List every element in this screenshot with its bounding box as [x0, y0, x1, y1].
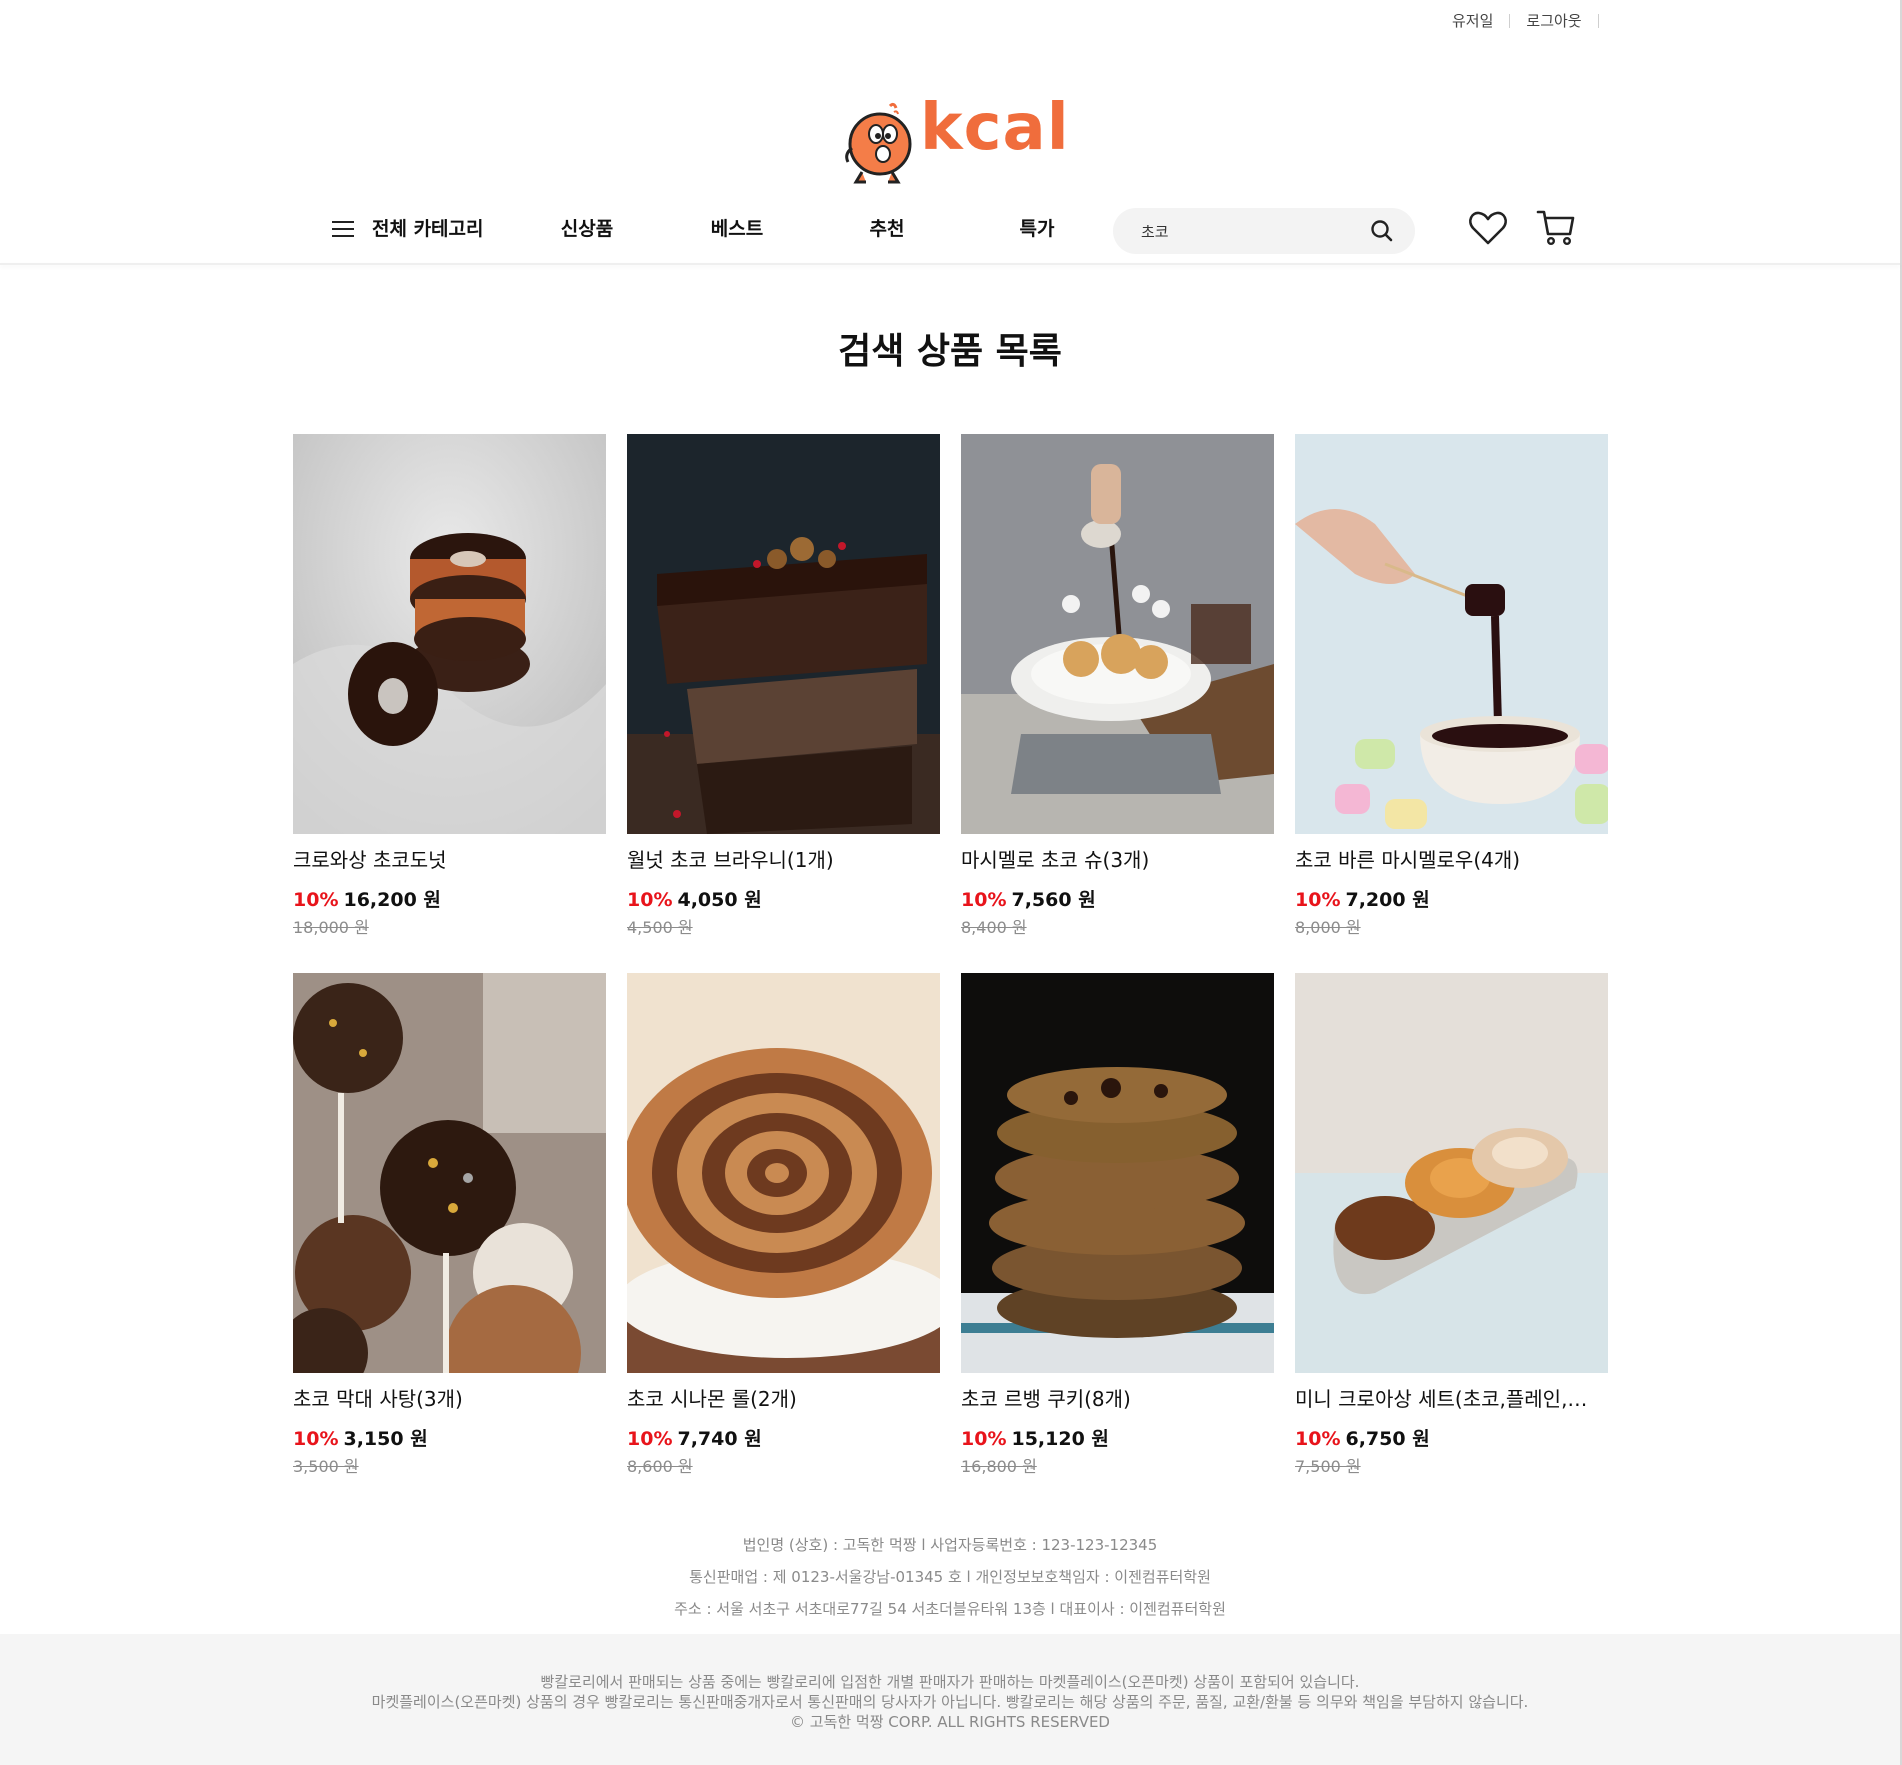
original-price: 3,500 원 — [293, 1457, 359, 1476]
site-logo[interactable]: kcal — [840, 92, 1082, 188]
product-card[interactable]: 초코 르뱅 쿠키(8개) 10% 15,120 원 16,800 원 — [961, 973, 1274, 1477]
all-categories-menu[interactable]: 전체 카테고리 — [332, 214, 484, 241]
product-card[interactable]: 크로와상 초코도넛 10% 16,200 원 18,000 원 — [293, 434, 606, 938]
company-info-line: 통신판매업 : 제 0123-서울강남-01345 호 l 개인정보보호책임자 … — [689, 1568, 1211, 1586]
product-image[interactable] — [627, 973, 940, 1373]
product-image[interactable] — [293, 973, 606, 1373]
price-row: 10% 15,120 원 — [961, 1424, 1274, 1451]
search-bar — [1113, 208, 1415, 254]
product-image[interactable] — [961, 973, 1274, 1373]
product-image[interactable] — [627, 434, 940, 834]
company-info: 법인명 (상호) : 고독한 먹짱 l 사업자등록번호 : 123-123-12… — [0, 1533, 1900, 1629]
original-price: 8,000 원 — [1295, 918, 1361, 937]
discount-rate: 10% — [961, 1428, 1007, 1450]
product-card[interactable]: 초코 바른 마시멜로우(4개) 10% 7,200 원 8,000 원 — [1295, 434, 1608, 938]
product-card[interactable]: 월넛 초코 브라우니(1개) 10% 4,050 원 4,500 원 — [627, 434, 940, 938]
nav-special-offer[interactable]: 특가 — [1020, 214, 1055, 241]
discount-rate: 10% — [293, 1428, 339, 1450]
product-name[interactable]: 마시멜로 초코 슈(3개) — [961, 844, 1274, 873]
utility-links: 유저일 로그아웃 — [1452, 10, 1615, 31]
product-card[interactable]: 마시멜로 초코 슈(3개) 10% 7,560 원 8,400 원 — [961, 434, 1274, 938]
price-row: 10% 16,200 원 — [293, 885, 606, 912]
company-info-line: 주소 : 서울 서초구 서초대로77길 54 서초더블유타워 13층 l 대표이… — [674, 1600, 1226, 1618]
nav-recommend[interactable]: 추천 — [870, 214, 905, 241]
product-card[interactable]: 미니 크로아상 세트(초코,플레인,… 10% 6,750 원 7,500 원 — [1295, 973, 1608, 1477]
product-name[interactable]: 미니 크로아상 세트(초코,플레인,… — [1295, 1383, 1608, 1412]
logout-link[interactable]: 로그아웃 — [1526, 10, 1581, 31]
all-categories-label: 전체 카테고리 — [372, 218, 484, 240]
sale-price: 3,150 원 — [343, 1428, 428, 1450]
original-price: 18,000 원 — [293, 918, 369, 937]
logo-text: kcal — [920, 91, 1070, 165]
nav-new-products[interactable]: 신상품 — [561, 214, 613, 241]
search-icon[interactable] — [1369, 218, 1395, 244]
footer-notice-line: 마켓플레이스(오픈마켓) 상품의 경우 빵칼로리는 통신판매중개자로서 통신판매… — [371, 1693, 1529, 1711]
price-row: 10% 6,750 원 — [1295, 1424, 1608, 1451]
discount-rate: 10% — [961, 889, 1007, 911]
product-name[interactable]: 초코 바른 마시멜로우(4개) — [1295, 844, 1608, 873]
original-price: 7,500 원 — [1295, 1457, 1361, 1476]
price-row: 10% 4,050 원 — [627, 885, 940, 912]
product-image[interactable] — [293, 434, 606, 834]
product-image[interactable] — [961, 434, 1274, 834]
sale-price: 7,740 원 — [677, 1428, 762, 1450]
sale-price: 16,200 원 — [343, 889, 441, 911]
copyright: © 고독한 먹짱 CORP. ALL RIGHTS RESERVED — [790, 1713, 1110, 1731]
sale-price: 7,560 원 — [1011, 889, 1096, 911]
product-name[interactable]: 크로와상 초코도넛 — [293, 844, 606, 873]
hamburger-icon — [332, 220, 354, 239]
product-name[interactable]: 초코 르뱅 쿠키(8개) — [961, 1383, 1274, 1412]
product-name[interactable]: 월넛 초코 브라우니(1개) — [627, 844, 940, 873]
discount-rate: 10% — [293, 889, 339, 911]
product-card[interactable]: 초코 막대 사탕(3개) 10% 3,150 원 3,500 원 — [293, 973, 606, 1477]
sale-price: 4,050 원 — [677, 889, 762, 911]
page-title: 검색 상품 목록 — [838, 331, 1062, 372]
price-row: 10% 7,740 원 — [627, 1424, 940, 1451]
footer-notice: 빵칼로리에서 판매되는 상품 중에는 빵칼로리에 입점한 개별 판매자가 판매하… — [0, 1634, 1900, 1765]
sale-price: 6,750 원 — [1345, 1428, 1430, 1450]
original-price: 8,600 원 — [627, 1457, 693, 1476]
mascot-logo-image — [845, 102, 912, 184]
utility-divider — [1509, 13, 1511, 28]
price-row: 10% 3,150 원 — [293, 1424, 606, 1451]
product-name[interactable]: 초코 시나몬 롤(2개) — [627, 1383, 940, 1412]
original-price: 4,500 원 — [627, 918, 693, 937]
product-card[interactable]: 초코 시나몬 롤(2개) 10% 7,740 원 8,600 원 — [627, 973, 940, 1477]
sale-price: 7,200 원 — [1345, 889, 1430, 911]
product-name[interactable]: 초코 막대 사탕(3개) — [293, 1383, 606, 1412]
original-price: 8,400 원 — [961, 918, 1027, 937]
user-link[interactable]: 유저일 — [1452, 10, 1493, 31]
header-divider — [0, 263, 1900, 265]
product-image[interactable] — [1295, 973, 1608, 1373]
utility-divider — [1597, 13, 1599, 28]
price-row: 10% 7,200 원 — [1295, 885, 1608, 912]
original-price: 16,800 원 — [961, 1457, 1037, 1476]
cart-icon[interactable] — [1536, 208, 1576, 246]
search-input[interactable] — [1139, 221, 1369, 241]
product-image[interactable] — [1295, 434, 1608, 834]
nav-best[interactable]: 베스트 — [711, 214, 763, 241]
company-info-line: 법인명 (상호) : 고독한 먹짱 l 사업자등록번호 : 123-123-12… — [742, 1536, 1158, 1554]
discount-rate: 10% — [1295, 1428, 1341, 1450]
discount-rate: 10% — [627, 1428, 673, 1450]
heart-icon[interactable] — [1468, 210, 1508, 246]
discount-rate: 10% — [1295, 889, 1341, 911]
discount-rate: 10% — [627, 889, 673, 911]
sale-price: 15,120 원 — [1011, 1428, 1109, 1450]
price-row: 10% 7,560 원 — [961, 885, 1274, 912]
footer-notice-line: 빵칼로리에서 판매되는 상품 중에는 빵칼로리에 입점한 개별 판매자가 판매하… — [540, 1673, 1360, 1691]
